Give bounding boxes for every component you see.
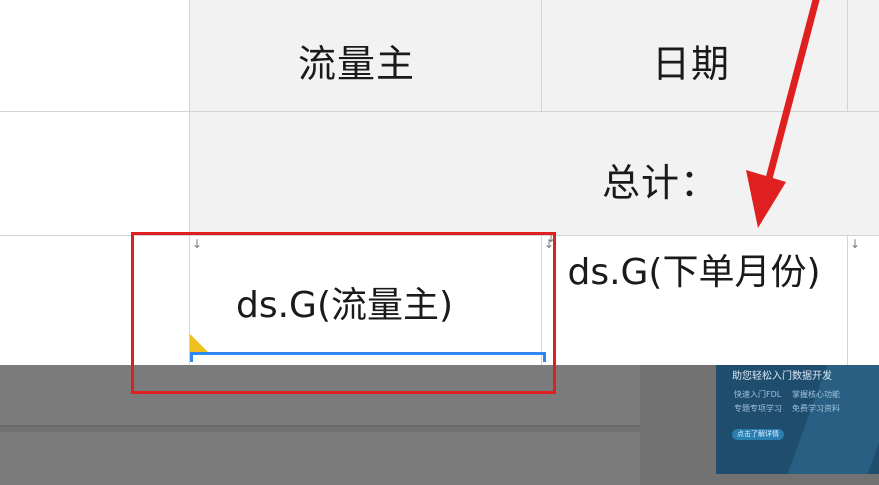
banner-title: 助您轻松入门数据开发 [732, 371, 832, 382]
banner-line: 免费学习资料 [792, 404, 840, 413]
banner-line: 掌握核心功能 [792, 390, 840, 399]
header-cell-liuliangzhu[interactable]: 流量主 [190, 0, 542, 112]
highlight-box [131, 232, 556, 394]
banner-button[interactable]: 点击了解详情 [732, 429, 784, 440]
expand-down-icon: ↓ [850, 237, 861, 251]
header-cell-next[interactable] [848, 0, 879, 112]
total-label: 总计： [602, 161, 720, 205]
cell-text-ds-xiadanyuefen: ds.G(下单月份) [567, 252, 821, 293]
banner-line: 专题专项学习 [734, 404, 782, 413]
backdrop-panel-lower [0, 432, 640, 485]
header-label-riqi: 日期 [652, 42, 731, 86]
cell-ds-xiadanyuefen[interactable]: ds.G(下单月份) [542, 236, 848, 365]
row1-left-cell[interactable] [0, 0, 190, 112]
header-label-liuliangzhu: 流量主 [298, 42, 416, 86]
promo-banner[interactable]: 助您轻松入门数据开发 快速入门FDL 掌握核心功能 专题专项学习 免费学习资料 … [716, 365, 879, 474]
row2-left-cell[interactable] [0, 112, 190, 236]
cell-row3-next[interactable] [848, 236, 879, 365]
banner-line: 快速入门FDL [734, 390, 782, 399]
annotation-arrow-icon [746, 0, 820, 228]
